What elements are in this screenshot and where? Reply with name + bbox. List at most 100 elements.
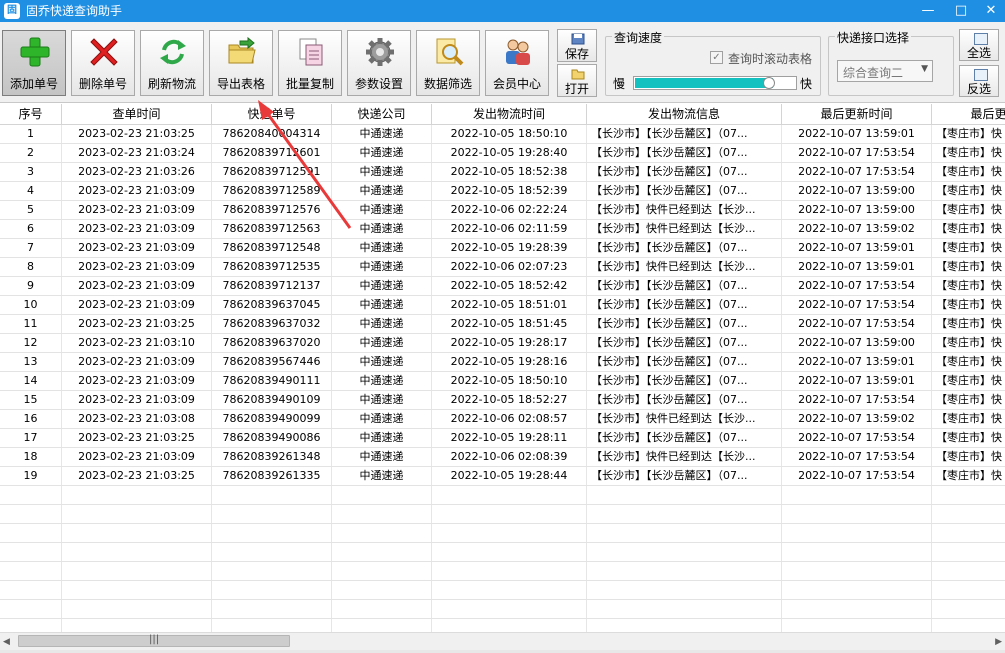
scrollbar-thumb[interactable]: ||| [18,634,290,647]
column-header-query-time[interactable]: 查单时间 [62,104,212,124]
export-table-button[interactable]: 导出表格 [209,30,273,96]
add-icon [20,37,50,67]
empty-cell [932,562,1005,580]
table-row[interactable]: 19 2023-02-23 21:03:25 78620839261335 中通速递 2… [0,467,1005,486]
invert-selection-button[interactable]: 反选 [959,65,999,97]
empty-cell [782,524,932,542]
maximize-button[interactable]: □ [946,0,976,22]
empty-cell [432,505,587,523]
empty-cell [0,486,62,504]
table-row[interactable]: 4 2023-02-23 21:03:09 78620839712589 中通速递 20… [0,182,1005,201]
cell-last-update-time: 2022-10-07 17:53:54 [782,277,932,295]
horizontal-scrollbar[interactable]: ◀ ||| ▶ [0,632,1005,650]
cell-query-time: 2023-02-23 21:03:09 [62,182,212,200]
cell-dispatch-time: 2022-10-05 18:52:39 [432,182,587,200]
column-header-tracking-number[interactable]: 快递单号 [212,104,332,124]
cell-dispatch-info: 【长沙市】【长沙岳麓区】（07... [587,391,782,409]
column-header-last-update-info[interactable]: 最后更新物流 [932,104,1005,124]
chevron-down-icon: ▼ [921,64,928,74]
table-row[interactable]: 5 2023-02-23 21:03:09 78620839712576 中通速递 20… [0,201,1005,220]
batch-copy-label: 批量复制 [285,77,334,91]
empty-cell [332,524,432,542]
table-row[interactable]: 11 2023-02-23 21:03:25 78620839637032 中通速递 2… [0,315,1005,334]
empty-cell [0,543,62,561]
cell-tracking-number: 78620839712576 [212,201,332,219]
cell-dispatch-info: 【长沙市】【长沙岳麓区】（07... [587,429,782,447]
table-row[interactable]: 10 2023-02-23 21:03:09 78620839637045 中通速递 2… [0,296,1005,315]
table-row[interactable]: 1 2023-02-23 21:03:25 78620840004314 中通速递 20… [0,125,1005,144]
refresh-logistics-button[interactable]: 刷新物流 [140,30,204,96]
empty-cell [332,505,432,523]
scroll-table-checkbox[interactable]: ✓ [710,51,723,64]
cell-dispatch-info: 【长沙市】快件已经到达【长沙... [587,258,782,276]
column-header-index[interactable]: 序号 [0,104,62,124]
save-button[interactable]: 保存 [557,29,597,62]
minimize-button[interactable]: — [913,0,943,22]
empty-cell [0,562,62,580]
cell-index: 3 [0,163,62,181]
cell-tracking-number: 78620839490111 [212,372,332,390]
cell-query-time: 2023-02-23 21:03:25 [62,315,212,333]
table-row[interactable]: 12 2023-02-23 21:03:10 78620839637020 中通速递 2… [0,334,1005,353]
empty-table-row [0,486,1005,505]
table-row[interactable]: 13 2023-02-23 21:03:09 78620839567446 中通速递 2… [0,353,1005,372]
table-row[interactable]: 17 2023-02-23 21:03:25 78620839490086 中通速递 2… [0,429,1005,448]
select-all-button[interactable]: 全选 [959,29,999,61]
cell-last-update-info: 【枣庄市】快 [932,429,1005,447]
invert-selection-label: 反选 [966,82,991,96]
cell-tracking-number: 78620839712548 [212,239,332,257]
cell-last-update-info: 【枣庄市】快 [932,391,1005,409]
column-header-courier[interactable]: 快递公司 [332,104,432,124]
empty-cell [0,581,62,599]
cell-tracking-number: 78620839261335 [212,467,332,485]
tracking-table[interactable]: 序号查单时间快递单号快递公司发出物流时间发出物流信息最后更新时间最后更新物流 1… [0,104,1005,632]
speed-slider-thumb[interactable] [763,77,775,89]
close-button[interactable]: ✕ [976,0,1005,22]
cell-dispatch-time: 2022-10-05 19:28:11 [432,429,587,447]
delete-number-button[interactable]: 删除单号 [71,30,135,96]
add-number-button[interactable]: 添加单号 [2,30,66,96]
cell-tracking-number: 78620839490109 [212,391,332,409]
batch-copy-button[interactable]: 批量复制 [278,30,342,96]
table-row[interactable]: 14 2023-02-23 21:03:09 78620839490111 中通速递 2… [0,372,1005,391]
column-header-dispatch-time[interactable]: 发出物流时间 [432,104,587,124]
api-selected-value: 综合查询二 [843,66,904,80]
member-center-button[interactable]: 会员中心 [485,30,549,96]
column-header-last-update-time[interactable]: 最后更新时间 [782,104,932,124]
speed-slider[interactable] [633,76,797,90]
cell-last-update-time: 2022-10-07 13:59:01 [782,353,932,371]
export-table-label: 导出表格 [216,77,265,91]
cell-courier: 中通速递 [332,220,432,238]
table-row[interactable]: 9 2023-02-23 21:03:09 78620839712137 中通速递 20… [0,277,1005,296]
empty-cell [332,562,432,580]
empty-cell [932,505,1005,523]
scroll-left-icon[interactable]: ◀ [3,637,10,647]
table-row[interactable]: 6 2023-02-23 21:03:09 78620839712563 中通速递 20… [0,220,1005,239]
cell-dispatch-time: 2022-10-05 19:28:17 [432,334,587,352]
cell-dispatch-time: 2022-10-06 02:08:57 [432,410,587,428]
parameter-settings-button[interactable]: 参数设置 [347,30,411,96]
empty-cell [0,505,62,523]
empty-table-row [0,562,1005,581]
table-row[interactable]: 18 2023-02-23 21:03:09 78620839261348 中通速递 2… [0,448,1005,467]
cell-index: 9 [0,277,62,295]
api-select-dropdown[interactable]: 综合查询二 ▼ [837,60,933,82]
open-button[interactable]: 打开 [557,64,597,97]
column-header-dispatch-info[interactable]: 发出物流信息 [587,104,782,124]
table-row[interactable]: 15 2023-02-23 21:03:09 78620839490109 中通速递 2… [0,391,1005,410]
cell-last-update-info: 【枣庄市】快 [932,315,1005,333]
table-row[interactable]: 3 2023-02-23 21:03:26 78620839712591 中通速递 20… [0,163,1005,182]
cell-last-update-info: 【枣庄市】快 [932,163,1005,181]
speed-slider-fill [635,78,773,88]
empty-cell [62,543,212,561]
empty-table-row [0,600,1005,619]
scroll-right-icon[interactable]: ▶ [995,637,1002,647]
cell-last-update-info: 【枣庄市】快 [932,467,1005,485]
table-row[interactable]: 7 2023-02-23 21:03:09 78620839712548 中通速递 20… [0,239,1005,258]
api-selection-group: 快递接口选择 综合查询二 ▼ [828,29,954,96]
table-row[interactable]: 16 2023-02-23 21:03:08 78620839490099 中通速递 2… [0,410,1005,429]
cell-index: 7 [0,239,62,257]
table-row[interactable]: 8 2023-02-23 21:03:09 78620839712535 中通速递 20… [0,258,1005,277]
data-filter-button[interactable]: 数据筛选 [416,30,480,96]
table-row[interactable]: 2 2023-02-23 21:03:24 78620839712601 中通速递 20… [0,144,1005,163]
